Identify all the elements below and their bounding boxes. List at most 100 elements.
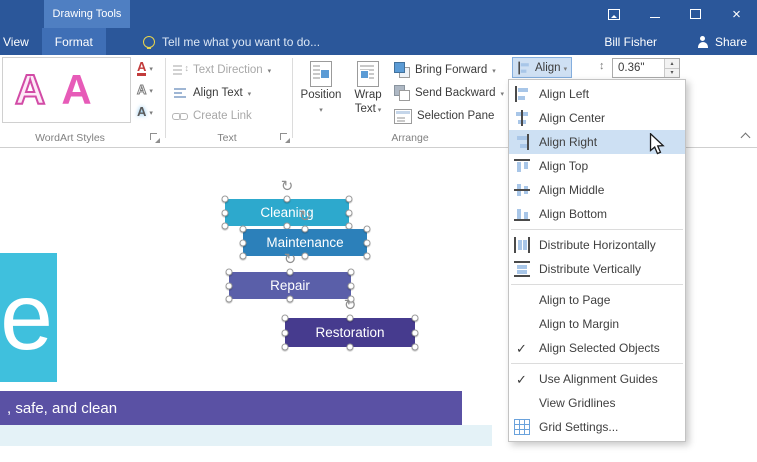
- spinner-up-icon[interactable]: [665, 59, 679, 69]
- shape-repair[interactable]: Repair↻: [229, 272, 351, 299]
- position-label: Position: [301, 89, 342, 101]
- menu-item-grid-settings[interactable]: Grid Settings...: [509, 415, 685, 439]
- menu-item-align-to-margin[interactable]: Align to Margin: [509, 312, 685, 336]
- selection-handle[interactable]: [412, 344, 419, 351]
- menu-item-align-top[interactable]: Align Top: [509, 154, 685, 178]
- text-fill-button[interactable]: A: [137, 58, 163, 78]
- shape-restoration[interactable]: Restoration↻: [285, 318, 415, 347]
- minimize-button[interactable]: [634, 0, 675, 28]
- selection-handle[interactable]: [222, 209, 229, 216]
- collapse-ribbon-icon[interactable]: [741, 131, 751, 141]
- selection-handle[interactable]: [282, 315, 289, 322]
- align-label: Align: [535, 62, 561, 74]
- window-controls: ×: [593, 0, 757, 28]
- selection-handle[interactable]: [226, 269, 233, 276]
- selection-handle[interactable]: [284, 196, 291, 203]
- signed-in-user[interactable]: Bill Fisher: [604, 28, 657, 55]
- menu-item-use-alignment-guides[interactable]: Use Alignment Guides: [509, 367, 685, 391]
- selection-handle[interactable]: [226, 282, 233, 289]
- selection-handle[interactable]: [364, 239, 371, 246]
- menu-item-align-middle[interactable]: Align Middle: [509, 178, 685, 202]
- menu-item-label: Align to Page: [539, 293, 610, 307]
- selection-handle[interactable]: [347, 344, 354, 351]
- shape-height-value[interactable]: 0.36": [613, 59, 664, 77]
- tab-view[interactable]: View: [0, 28, 42, 55]
- selection-handle[interactable]: [282, 329, 289, 336]
- selection-handle[interactable]: [287, 296, 294, 303]
- selection-handle[interactable]: [222, 223, 229, 230]
- subtitle-banner[interactable]: , safe, and clean: [0, 391, 462, 425]
- spinner-down-icon[interactable]: [665, 69, 679, 78]
- selection-handle[interactable]: [346, 196, 353, 203]
- selection-handle[interactable]: [412, 315, 419, 322]
- shape-cleaning[interactable]: Cleaning↻: [225, 199, 349, 226]
- close-button[interactable]: ×: [716, 0, 757, 28]
- wordart-dialog-launcher-icon[interactable]: [150, 133, 160, 143]
- menu-item-align-to-page[interactable]: Align to Page: [509, 288, 685, 312]
- text-direction-icon: [172, 62, 188, 78]
- wordart-style-fill[interactable]: A: [61, 66, 91, 114]
- grid-icon: [514, 419, 530, 435]
- chevron-down-icon: [149, 62, 153, 74]
- rotate-handle-icon[interactable]: ↻: [284, 252, 297, 267]
- wrap-text-button[interactable]: Wrap Text: [345, 57, 391, 133]
- menu-item-align-left[interactable]: Align Left: [509, 82, 685, 106]
- menu-item-view-gridlines[interactable]: View Gridlines: [509, 391, 685, 415]
- selection-handle[interactable]: [412, 329, 419, 336]
- menu-icon-placeholder: [514, 292, 530, 308]
- align-text-button[interactable]: Align Text: [172, 82, 251, 103]
- menu-item-align-bottom[interactable]: Align Bottom: [509, 202, 685, 226]
- shape-maintenance[interactable]: Maintenance↻: [243, 229, 367, 256]
- selection-handle[interactable]: [347, 315, 354, 322]
- tell-me-box[interactable]: Tell me what you want to do...: [143, 28, 320, 55]
- align-button[interactable]: Align: [512, 57, 572, 78]
- wordart-styles-gallery[interactable]: A A: [2, 57, 131, 123]
- rotate-handle-icon[interactable]: ↻: [344, 298, 357, 313]
- selection-handle[interactable]: [226, 296, 233, 303]
- selection-handle[interactable]: [240, 226, 247, 233]
- bring-forward-button[interactable]: Bring Forward: [394, 59, 496, 80]
- create-link-button[interactable]: Create Link: [172, 105, 252, 126]
- menu-item-align-center[interactable]: Align Center: [509, 106, 685, 130]
- menu-item-align-selected-objects[interactable]: Align Selected Objects: [509, 336, 685, 360]
- selection-pane-button[interactable]: Selection Pane: [394, 105, 494, 126]
- selection-handle[interactable]: [348, 269, 355, 276]
- title-text-block[interactable]: e: [0, 253, 57, 382]
- contextual-tab-header: Drawing Tools: [44, 0, 130, 28]
- ribbon-display-options-button[interactable]: [593, 0, 634, 28]
- selection-handle[interactable]: [302, 226, 309, 233]
- shape-height-field[interactable]: 0.36": [612, 58, 680, 78]
- position-button[interactable]: Position: [298, 57, 344, 133]
- wrap-text-icon: [357, 61, 379, 87]
- share-button[interactable]: Share: [697, 28, 747, 55]
- selection-handle[interactable]: [222, 196, 229, 203]
- text-dialog-launcher-icon[interactable]: [280, 133, 290, 143]
- selection-handle[interactable]: [282, 344, 289, 351]
- chevron-down-icon: [319, 103, 323, 115]
- selection-handle[interactable]: [348, 282, 355, 289]
- menu-item-distribute-vertically[interactable]: Distribute Vertically: [509, 257, 685, 281]
- menu-item-distribute-horizontally[interactable]: Distribute Horizontally: [509, 233, 685, 257]
- text-direction-button[interactable]: Text Direction: [172, 59, 271, 80]
- wordart-style-outline[interactable]: A: [15, 66, 45, 114]
- tab-format[interactable]: Format: [42, 28, 106, 55]
- rotate-handle-icon[interactable]: ↻: [299, 209, 312, 224]
- text-outline-button[interactable]: A: [137, 80, 163, 100]
- menu-item-label: Use Alignment Guides: [539, 372, 658, 386]
- selection-handle[interactable]: [346, 209, 353, 216]
- selection-handle[interactable]: [364, 226, 371, 233]
- selection-pane-label: Selection Pane: [417, 110, 494, 122]
- align-left-icon: [514, 86, 530, 102]
- text-effects-button[interactable]: A: [137, 102, 163, 122]
- selection-handle[interactable]: [302, 253, 309, 260]
- menu-item-align-right[interactable]: Align Right: [509, 130, 685, 154]
- group-divider: [165, 58, 166, 138]
- selection-handle[interactable]: [240, 253, 247, 260]
- selection-handle[interactable]: [364, 253, 371, 260]
- send-backward-button[interactable]: Send Backward: [394, 82, 504, 103]
- selection-handle[interactable]: [240, 239, 247, 246]
- restore-button[interactable]: [675, 0, 716, 28]
- shape-height-icon: [599, 60, 605, 72]
- selection-handle[interactable]: [287, 269, 294, 276]
- rotate-handle-icon[interactable]: ↻: [281, 179, 294, 194]
